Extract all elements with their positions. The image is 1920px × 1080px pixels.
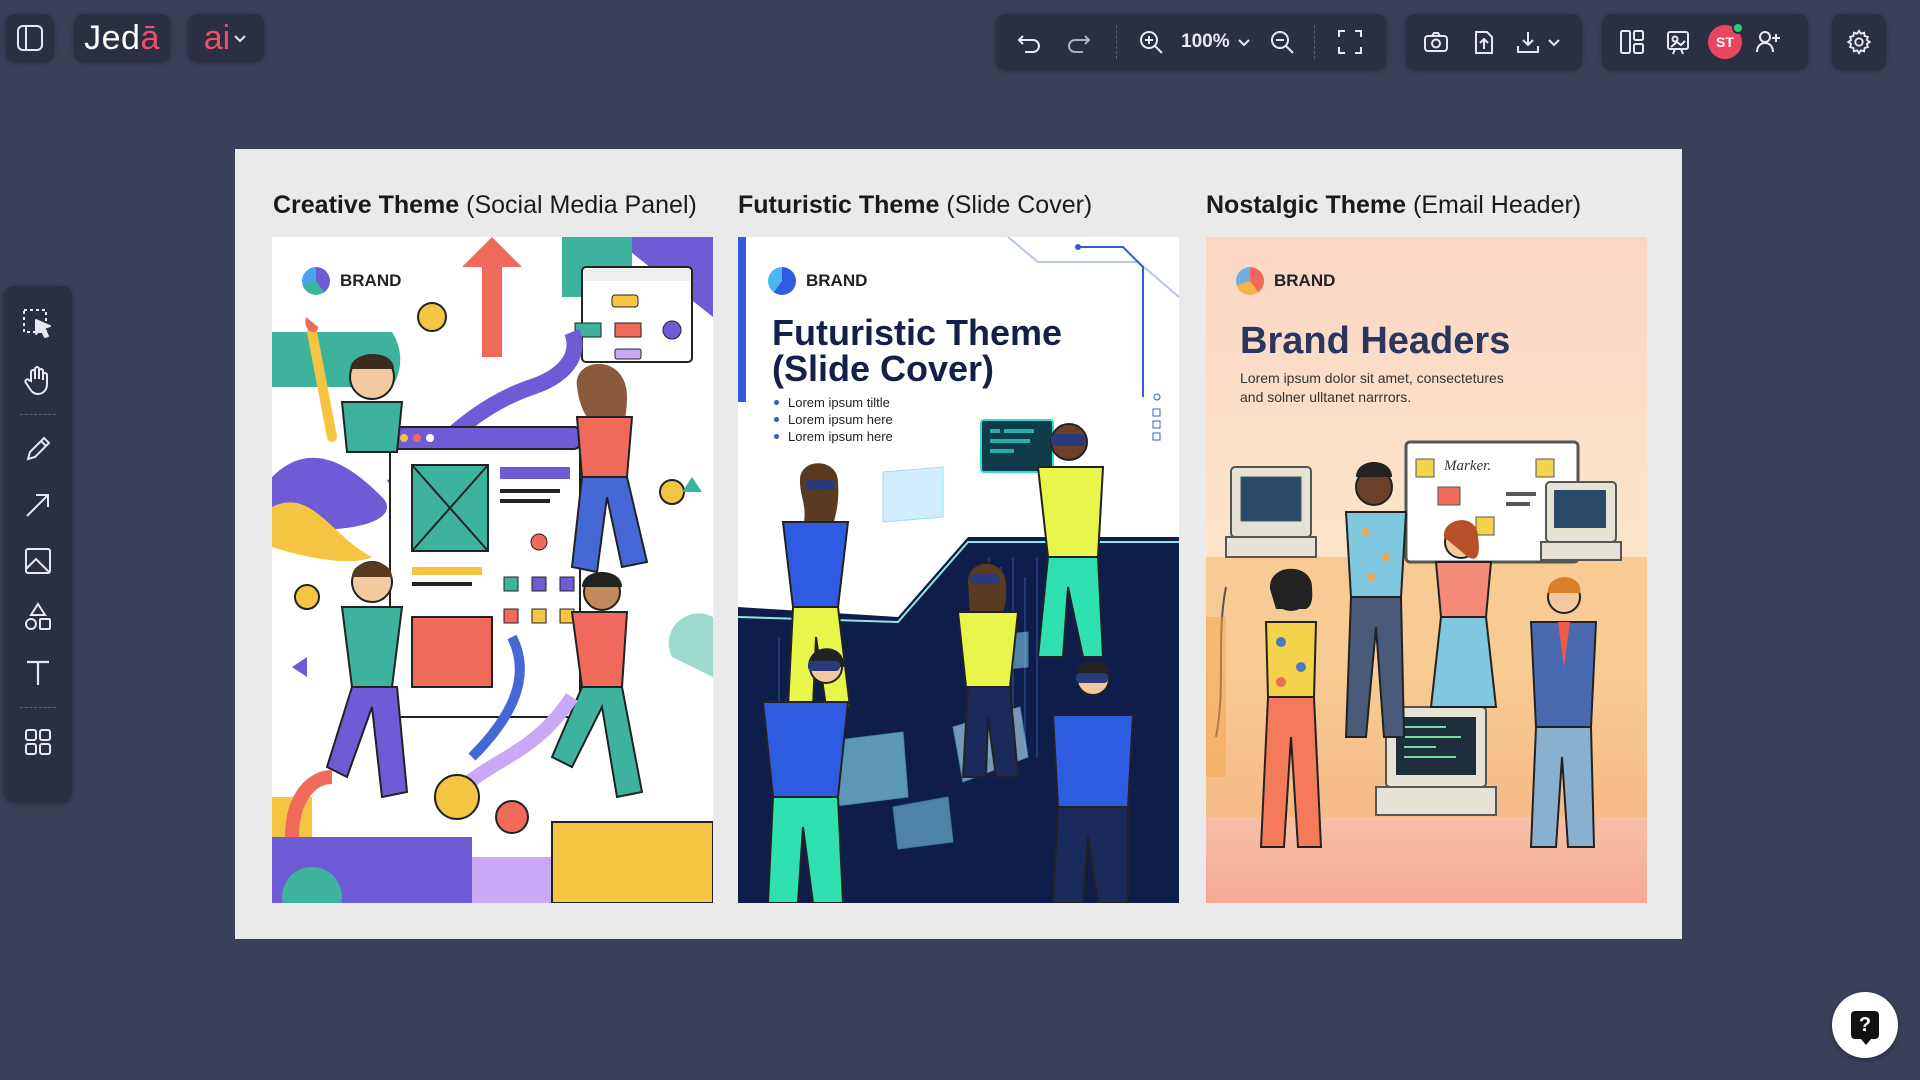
tool-divider <box>20 414 56 415</box>
camera-icon <box>1424 32 1448 52</box>
slideshow-icon <box>1667 31 1689 55</box>
toolbar-divider <box>1116 25 1117 59</box>
zoom-level-dropdown[interactable]: 100% <box>1175 19 1258 65</box>
brand-label: BRAND <box>1274 271 1336 290</box>
text-tool[interactable] <box>10 645 66 701</box>
pencil-tool[interactable] <box>10 421 66 477</box>
email-header-body: Lorem ipsum dolor sit amet, consecteture… <box>1240 370 1504 405</box>
sidebar-panel-icon <box>17 25 43 51</box>
zoom-out-button[interactable] <box>1262 19 1302 65</box>
export-group <box>1406 14 1582 70</box>
brand-label: BRAND <box>806 271 868 290</box>
layout-panels-icon <box>1620 30 1644 54</box>
shapes-tool[interactable] <box>10 589 66 645</box>
redo-icon <box>1068 35 1091 53</box>
chevron-down-icon <box>234 35 246 43</box>
undo-button[interactable] <box>1006 19 1052 65</box>
image-icon <box>25 548 51 574</box>
pencil-icon <box>26 436 51 461</box>
brand-logo-icon <box>768 267 796 295</box>
grid-tool[interactable] <box>10 714 66 770</box>
brand-label: BRAND <box>340 271 402 290</box>
select-tool[interactable] <box>10 296 66 352</box>
brand-logo-icon <box>302 267 330 295</box>
chevron-down-icon <box>1548 39 1560 47</box>
bullet-item: Lorem ipsum here <box>774 428 893 445</box>
zoom-in-button[interactable] <box>1131 19 1171 65</box>
logo-text-main: Jed <box>84 18 141 57</box>
screenshot-button[interactable] <box>1414 19 1458 65</box>
avatar[interactable]: ST <box>1708 22 1744 59</box>
chevron-down-icon <box>1237 39 1250 47</box>
logo-text-accent: ā <box>140 18 160 57</box>
arrow-tool[interactable] <box>10 477 66 533</box>
zoom-level-value: 100% <box>1181 31 1230 52</box>
bullet-item: Lorem ipsum tiltle <box>774 394 893 411</box>
creative-panel[interactable]: BRAND <box>272 237 713 903</box>
grid-icon <box>25 729 51 755</box>
bullet-item: Lorem ipsum here <box>774 411 893 428</box>
brand-mark: BRAND <box>1236 267 1335 295</box>
download-dropdown-button[interactable] <box>1510 19 1566 65</box>
column-title-nostalgic: Nostalgic Theme (Email Header) <box>1206 191 1582 219</box>
online-status-dot <box>1732 22 1744 34</box>
settings-button[interactable] <box>1832 14 1886 70</box>
redo-button[interactable] <box>1056 19 1102 65</box>
shapes-icon <box>25 602 51 630</box>
fit-to-screen-button[interactable] <box>1327 19 1373 65</box>
ai-menu-button[interactable]: ai <box>188 14 264 62</box>
left-toolbar <box>4 286 72 802</box>
history-zoom-group: 100% <box>996 14 1386 70</box>
download-icon <box>1517 32 1539 53</box>
brand-logo-icon <box>1236 267 1264 295</box>
select-icon <box>23 309 51 338</box>
invite-user-button[interactable] <box>1748 19 1788 65</box>
gear-icon <box>1846 29 1872 55</box>
image-tool[interactable] <box>10 533 66 589</box>
layout-toggle-button[interactable] <box>1612 19 1652 65</box>
upload-button[interactable] <box>1462 19 1506 65</box>
column-title-futuristic: Futuristic Theme (Slide Cover) <box>738 191 1093 219</box>
app-logo[interactable]: Jed ā <box>74 14 170 62</box>
email-header-title: Brand Headers <box>1240 320 1511 362</box>
creative-illustration <box>272 237 713 903</box>
text-icon <box>27 660 49 685</box>
present-button[interactable] <box>1658 19 1698 65</box>
add-user-icon <box>1756 31 1780 53</box>
tool-divider <box>20 707 56 708</box>
help-chat-icon: ? <box>1851 1011 1879 1045</box>
avatar-initials: ST <box>1716 34 1734 50</box>
brand-mark: BRAND <box>302 267 401 295</box>
slide-heading: Futuristic Theme (Slide Cover) <box>772 312 1063 389</box>
hand-icon <box>24 366 48 396</box>
futuristic-panel[interactable]: BRAND Futuristic Theme (Slide Cover) Lor… <box>738 237 1179 903</box>
undo-icon <box>1017 35 1040 53</box>
slide-bullet-list: Lorem ipsum tiltle Lorem ipsum here Lore… <box>774 394 893 445</box>
hand-tool[interactable] <box>10 352 66 408</box>
column-title-creative: Creative Theme (Social Media Panel) <box>273 191 697 219</box>
collab-group: ST <box>1602 14 1808 70</box>
zoom-in-icon <box>1140 31 1163 54</box>
toolbar-divider <box>1313 25 1315 59</box>
help-button[interactable]: ? <box>1832 992 1898 1058</box>
sidebar-toggle-button[interactable] <box>6 14 54 62</box>
arrow-icon <box>26 494 49 517</box>
ai-label: ai <box>203 18 231 57</box>
fullscreen-icon <box>1337 30 1362 54</box>
upload-file-icon <box>1475 31 1493 54</box>
svg-text:Marker.: Marker. <box>1443 458 1491 474</box>
brand-mark: BRAND <box>768 267 867 295</box>
nostalgic-panel[interactable]: Marker. BRAND Brand Headers Lorem ipsum … <box>1206 237 1647 903</box>
canvas-board[interactable]: Creative Theme (Social Media Panel) Futu… <box>235 149 1682 939</box>
zoom-out-icon <box>1270 31 1294 54</box>
